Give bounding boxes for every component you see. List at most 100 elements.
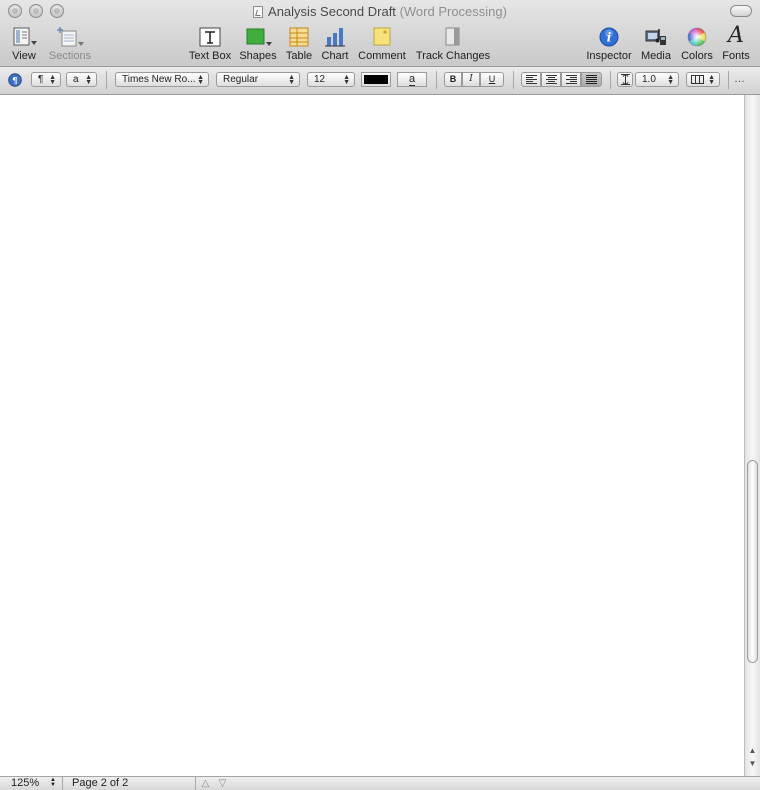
italic-button[interactable]: I xyxy=(462,72,480,87)
popup-arrows-icon: ▲ ▼ xyxy=(708,74,715,86)
align-right-button[interactable] xyxy=(561,72,581,87)
colors-icon xyxy=(687,27,707,47)
highlight-color-well[interactable]: a xyxy=(397,72,427,87)
scroll-down-button[interactable]: ▼ xyxy=(745,758,760,770)
font-size-value: 12 xyxy=(314,74,326,85)
inspector-button[interactable]: i Inspector xyxy=(584,24,634,64)
view-button[interactable]: View xyxy=(4,24,44,64)
format-bar: ¶ ¶ ▲ ▼ a ▲ ▼ Times New Ro... ▲ ▼ Regular ▲… xyxy=(0,67,760,95)
separator xyxy=(106,71,107,89)
window-title: Analysis Second Draft (Word Processing) xyxy=(0,4,760,20)
document-canvas[interactable] xyxy=(0,95,744,776)
shapes-icon xyxy=(246,28,272,46)
table-icon xyxy=(289,27,309,47)
separator xyxy=(436,71,437,89)
zoom-value: 125% xyxy=(11,777,40,789)
track-changes-button[interactable]: Track Changes xyxy=(414,24,492,64)
popup-arrows-icon: ▲ ▼ xyxy=(197,74,204,86)
view-icon xyxy=(13,27,37,46)
fonts-button[interactable]: A Fonts xyxy=(718,24,754,64)
justify-button[interactable] xyxy=(581,72,602,87)
separator xyxy=(728,71,729,89)
shapes-button[interactable]: Shapes xyxy=(236,24,280,64)
chart-icon xyxy=(325,28,345,47)
text-box-button[interactable]: Text Box xyxy=(186,24,234,64)
next-page-button[interactable]: ▽ xyxy=(215,777,230,790)
shapes-label: Shapes xyxy=(239,50,277,62)
table-label: Table xyxy=(285,50,313,62)
highlight-glyph: a xyxy=(408,73,416,86)
window-toolbar: Analysis Second Draft (Word Processing) … xyxy=(0,0,760,67)
media-icon xyxy=(645,29,666,45)
comment-button[interactable]: Comment xyxy=(354,24,410,64)
align-left-icon xyxy=(525,75,537,84)
font-size-popup[interactable]: 12 ▲ ▼ xyxy=(307,72,355,87)
align-center-icon xyxy=(545,75,557,84)
chart-button[interactable]: Chart xyxy=(318,24,352,64)
justify-icon xyxy=(586,75,597,84)
media-button[interactable]: Media xyxy=(638,24,674,64)
scroll-thumb[interactable] xyxy=(747,460,758,663)
character-style-value: a xyxy=(73,74,79,85)
popup-arrows-icon: ▲ ▼ xyxy=(288,74,295,86)
bold-button[interactable]: B xyxy=(444,72,462,87)
popup-arrows-icon: ▲ ▼ xyxy=(85,74,92,86)
paragraph-style-value: ¶ xyxy=(38,74,44,85)
colors-label: Colors xyxy=(681,50,713,62)
separator xyxy=(610,71,611,89)
show-invisibles-icon[interactable]: ¶ xyxy=(8,73,22,87)
line-spacing-mode-button[interactable] xyxy=(617,72,633,87)
font-family-popup[interactable]: Times New Ro... ▲ ▼ xyxy=(115,72,209,87)
colors-button[interactable]: Colors xyxy=(678,24,716,64)
typeface-popup[interactable]: Regular ▲ ▼ xyxy=(216,72,300,87)
text-box-icon xyxy=(199,27,221,47)
vertical-scrollbar[interactable]: ▲ ▼ xyxy=(744,95,760,776)
text-box-label: Text Box xyxy=(188,50,232,62)
format-bar-overflow[interactable]: … xyxy=(734,73,745,85)
line-spacing-popup[interactable]: 1.0 ▲ ▼ xyxy=(635,72,679,87)
document-mode: (Word Processing) xyxy=(399,4,507,19)
toolbar-toggle-button[interactable] xyxy=(730,5,752,17)
sections-icon xyxy=(57,27,84,47)
view-label: View xyxy=(12,50,36,62)
paragraph-style-popup[interactable]: ¶ ▲ ▼ xyxy=(31,72,61,87)
popup-arrows-icon: ▲ ▼ xyxy=(49,74,56,86)
page-nav: △ ▽ xyxy=(195,777,232,790)
align-left-button[interactable] xyxy=(521,72,541,87)
zoom-popup[interactable]: 125% ▲ ▼ xyxy=(0,777,63,790)
popup-arrows-icon: ▲ ▼ xyxy=(50,777,56,788)
document-title: Analysis Second Draft xyxy=(268,4,396,19)
sections-label: Sections xyxy=(48,50,92,62)
popup-arrows-icon: ▲ ▼ xyxy=(343,74,350,86)
chart-label: Chart xyxy=(321,50,349,62)
underline-button[interactable]: U xyxy=(480,72,504,87)
table-button[interactable]: Table xyxy=(282,24,316,64)
text-color-swatch xyxy=(364,75,388,84)
comment-label: Comment xyxy=(358,50,406,62)
align-right-icon xyxy=(565,75,577,84)
columns-popup[interactable]: ▲ ▼ xyxy=(686,72,720,87)
font-family-value: Times New Ro... xyxy=(122,74,196,85)
inspector-icon: i xyxy=(599,27,619,47)
inspector-label: Inspector xyxy=(586,50,632,62)
svg-text:¶: ¶ xyxy=(12,77,18,87)
popup-arrows-icon: ▲ ▼ xyxy=(667,74,674,86)
align-center-button[interactable] xyxy=(541,72,561,87)
sections-button[interactable]: Sections xyxy=(46,24,94,64)
track-changes-label: Track Changes xyxy=(415,50,491,62)
line-spacing-value: 1.0 xyxy=(642,74,656,85)
comment-icon xyxy=(373,27,391,46)
previous-page-button[interactable]: △ xyxy=(198,777,213,790)
inspector-glyph: i xyxy=(607,31,612,45)
line-spacing-icon xyxy=(620,73,630,86)
scroll-up-button[interactable]: ▲ xyxy=(745,745,760,757)
fonts-label: Fonts xyxy=(722,50,750,62)
character-style-popup[interactable]: a ▲ ▼ xyxy=(66,72,97,87)
separator xyxy=(513,71,514,89)
text-color-well[interactable] xyxy=(361,72,391,87)
document-proxy-icon[interactable] xyxy=(253,6,264,18)
track-changes-icon xyxy=(445,27,460,46)
status-bar: 125% ▲ ▼ Page 2 of 2 △ ▽ xyxy=(0,776,760,790)
typeface-value: Regular xyxy=(223,74,259,85)
columns-icon xyxy=(691,75,704,84)
